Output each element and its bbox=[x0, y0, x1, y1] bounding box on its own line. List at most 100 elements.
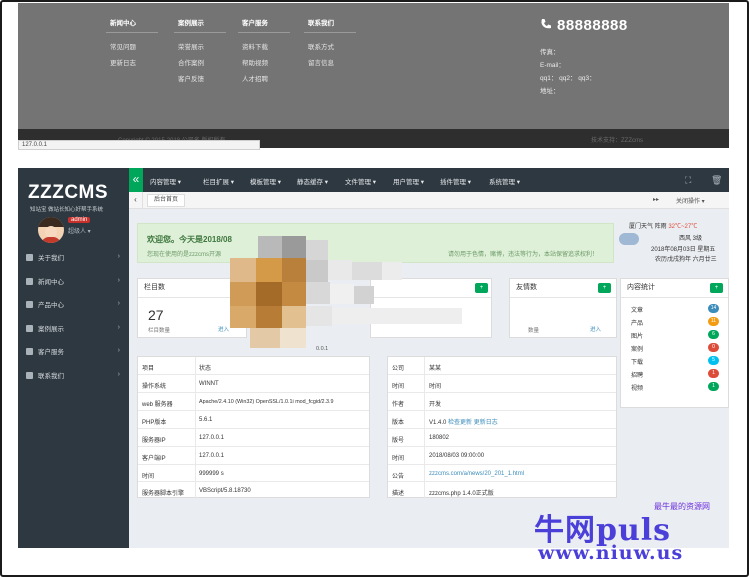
avatar[interactable] bbox=[38, 217, 64, 243]
footer-link[interactable]: 联系方式 bbox=[308, 41, 334, 51]
friend-count-label: 数量 bbox=[528, 328, 540, 334]
table-row: 时间 2018/08/03 09:00:00 bbox=[388, 447, 616, 465]
collapse-sidebar-icon[interactable]: « bbox=[129, 168, 143, 192]
plus-icon[interactable]: + bbox=[475, 283, 488, 293]
cell-key: 服务器脚本引擎 bbox=[142, 491, 185, 497]
count-row[interactable]: 招聘 1 bbox=[620, 367, 729, 380]
footer-link[interactable]: 合作案例 bbox=[178, 57, 204, 67]
phone-icon bbox=[541, 19, 551, 29]
cell-key: 操作系统 bbox=[142, 384, 167, 390]
system-info-table: 公司 某某 时间 时间 作者 开发 版本 V1.4.0 检查更新 更新日志 版号 1808… bbox=[387, 356, 617, 499]
count-badge: 5 bbox=[708, 356, 719, 365]
pixelated-overlay bbox=[230, 236, 462, 351]
sidebar-item-service[interactable]: 客户服务 › bbox=[18, 341, 129, 361]
sidebar-item-about[interactable]: 关于我们 › bbox=[18, 247, 129, 267]
cell-value: 2018/08/03 09:00:00 bbox=[429, 453, 485, 459]
count-badge: 1 bbox=[708, 369, 719, 378]
tab-prev-icon[interactable]: ‹ bbox=[129, 192, 143, 209]
col-header: 项目 bbox=[142, 366, 155, 372]
top-menu-cache[interactable]: 静态缓存 ▾ bbox=[297, 176, 328, 186]
cell-key: 客户端IP bbox=[142, 456, 166, 462]
column-count-label: 栏目数量 bbox=[148, 328, 171, 334]
cell-value: 127.0.0.1 bbox=[199, 435, 225, 441]
watermark-slogan: 最牛最的资源网 bbox=[654, 502, 710, 511]
sidebar-item-news[interactable]: 新闻中心 › bbox=[18, 271, 129, 291]
welcome-notice: 请勿用于色情，赌博，违法等行为，本站保留追求权利！ bbox=[448, 252, 599, 258]
tab-next-icon[interactable]: ▸▸ bbox=[653, 196, 659, 203]
footer-col-header: 联系我们 bbox=[308, 20, 334, 27]
cell-key: 时间 bbox=[392, 456, 405, 462]
table-row: 作者 开发 bbox=[388, 393, 616, 411]
plus-icon[interactable]: + bbox=[710, 283, 723, 293]
top-menu-plugins[interactable]: 插件管理 ▾ bbox=[440, 176, 471, 186]
tech-support-text: 技术支持：ZZZcms bbox=[591, 138, 643, 144]
top-menu-users[interactable]: 用户管理 ▾ bbox=[393, 176, 424, 186]
cell-value: WINNT bbox=[199, 381, 219, 387]
fullscreen-icon[interactable]: ⛶ bbox=[685, 175, 691, 186]
cell-key: web 服务器 bbox=[142, 402, 173, 408]
footer-col-header: 案例展示 bbox=[178, 20, 204, 27]
footer-link[interactable]: 人才招聘 bbox=[242, 73, 268, 83]
table-row: 服务器IP 127.0.0.1 bbox=[138, 429, 369, 447]
top-menu-files[interactable]: 文件管理 ▾ bbox=[345, 176, 376, 186]
phone-number: 88888888 bbox=[557, 17, 628, 34]
contact-address: 地址： bbox=[540, 88, 560, 95]
count-row[interactable]: 图片 6 bbox=[620, 328, 729, 341]
cell-key: 公告 bbox=[392, 474, 405, 480]
changelog-link[interactable]: 更新日志 bbox=[474, 420, 498, 426]
column-enter-link[interactable]: 进入 bbox=[218, 325, 229, 333]
check-update-link[interactable]: 检查更新 bbox=[448, 420, 472, 426]
close-ops-dropdown[interactable]: 关闭操作 ▾ bbox=[676, 196, 705, 205]
footer-link[interactable]: 常见问题 bbox=[110, 41, 136, 51]
divider bbox=[106, 32, 158, 33]
weather-city: 厦门天气 阵雨 32℃~27℃ bbox=[629, 221, 697, 230]
footer-link[interactable]: 帮助视频 bbox=[242, 57, 268, 67]
top-menu-column[interactable]: 栏目扩展 ▾ bbox=[203, 176, 234, 186]
table-row: 公司 某某 bbox=[388, 357, 616, 375]
version-text: V1.4.0 bbox=[429, 420, 447, 426]
link-icon bbox=[26, 253, 33, 261]
top-menu-template[interactable]: 模板管理 ▾ bbox=[250, 176, 281, 186]
weather-wind: 西风 3级 bbox=[679, 236, 703, 242]
footer-col-header: 客户服务 bbox=[242, 20, 268, 27]
cell-value-link[interactable]: zzzcms.com/a/news/20_201_1.html bbox=[429, 471, 524, 477]
sidebar-item-cases[interactable]: 案例展示 › bbox=[18, 318, 129, 338]
user-role[interactable]: 超级人 ▾ bbox=[68, 226, 91, 235]
footer-link[interactable]: 更新日志 bbox=[110, 57, 136, 67]
trash-icon[interactable]: 🗑 bbox=[711, 175, 722, 186]
news-icon bbox=[26, 277, 33, 285]
footer-link[interactable]: 荣誉展示 bbox=[178, 41, 204, 51]
table-row: web 服务器 Apache/2.4.10 (Win32) OpenSSL/1.0… bbox=[138, 393, 369, 411]
sidebar-item-products[interactable]: 产品中心 › bbox=[18, 294, 129, 314]
tab-home[interactable]: 后台首页 bbox=[147, 194, 186, 207]
count-row[interactable]: 产品 11 bbox=[620, 315, 729, 328]
top-menu-system[interactable]: 系统管理 ▾ bbox=[489, 176, 520, 186]
sidebar-item-contact[interactable]: 联系我们 › bbox=[18, 365, 129, 385]
count-row[interactable]: 下载 5 bbox=[620, 354, 729, 367]
cell-value: Apache/2.4.10 (Win32) OpenSSL/1.0.1i mod… bbox=[199, 399, 334, 405]
logo-tagline: 知站宝 做站长知心好帮手系统 bbox=[30, 207, 104, 213]
count-row[interactable]: 案例 0 bbox=[620, 341, 729, 354]
footer-link[interactable]: 留言信息 bbox=[308, 57, 334, 67]
count-badge: 14 bbox=[708, 304, 719, 313]
top-menu-content[interactable]: 内容管理 ▾ bbox=[150, 176, 181, 186]
plus-icon[interactable]: + bbox=[598, 283, 611, 293]
cell-value: 180802 bbox=[429, 435, 450, 441]
count-row[interactable]: 文章 14 bbox=[620, 302, 729, 315]
user-name[interactable]: admin bbox=[68, 217, 91, 223]
footer-link[interactable]: 资料下载 bbox=[242, 41, 268, 51]
sidebar-item-label: 案例展示 bbox=[38, 326, 64, 333]
weather-lunar: 农历戊戌狗年 六月廿三 bbox=[655, 257, 717, 263]
weather-temp: 32℃~27℃ bbox=[668, 224, 698, 230]
friend-enter-link[interactable]: 进入 bbox=[590, 325, 601, 333]
footer-col-contact: 联系我们 联系方式 留言信息 bbox=[308, 17, 334, 73]
count-row[interactable]: 视频 1 bbox=[620, 380, 729, 393]
status-url-bar: 127.0.0.1 bbox=[18, 140, 260, 150]
logo: ZZZCMS bbox=[28, 182, 109, 203]
footer-link[interactable]: 客户反馈 bbox=[178, 73, 204, 83]
welcome-title: 欢迎您。今天是2018/08 bbox=[147, 235, 232, 244]
table-row: 操作系统 WINNT bbox=[138, 375, 369, 393]
cell-key: 时间 bbox=[392, 384, 405, 390]
cell-key: 作者 bbox=[392, 402, 405, 408]
sidebar-item-label: 关于我们 bbox=[38, 255, 64, 262]
